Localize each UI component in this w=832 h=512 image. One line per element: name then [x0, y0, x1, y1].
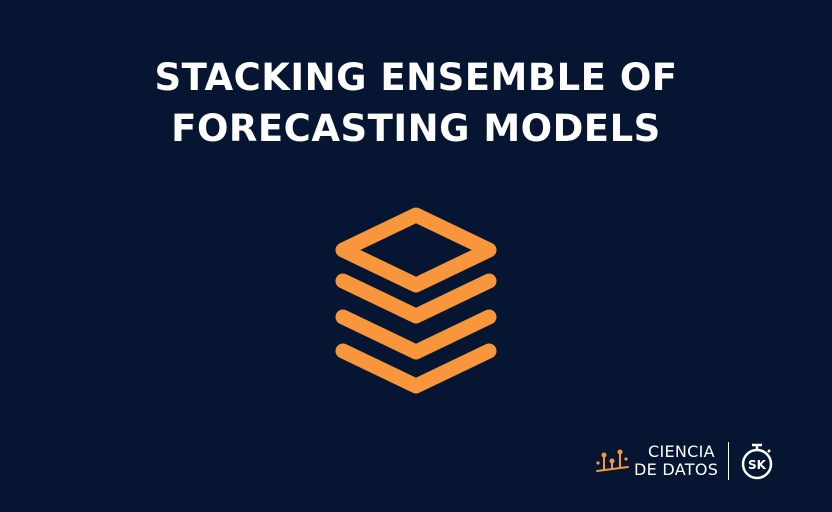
banner-canvas: STACKING ENSEMBLE OF FORECASTING MODELS — [0, 0, 832, 512]
stacked-layers-icon — [335, 207, 497, 394]
brand-line-1: CIENCIA — [648, 442, 715, 461]
data-science-logo-icon — [596, 449, 629, 472]
brand-footer: CIENCIA DE DATOS SK — [594, 440, 775, 482]
stopwatch-logo-icon: SK — [741, 443, 773, 480]
title-line-2: FORECASTING MODELS — [171, 107, 661, 150]
title-line-1: STACKING ENSEMBLE OF — [154, 56, 678, 99]
sk-logo-text: SK — [748, 458, 767, 472]
page-title: STACKING ENSEMBLE OF FORECASTING MODELS — [0, 52, 832, 154]
brand-line-2: DE DATOS — [634, 460, 719, 479]
brand-divider — [728, 442, 730, 480]
brand-wordmark: CIENCIA DE DATOS — [634, 443, 718, 479]
top-layer-shape — [335, 207, 497, 293]
